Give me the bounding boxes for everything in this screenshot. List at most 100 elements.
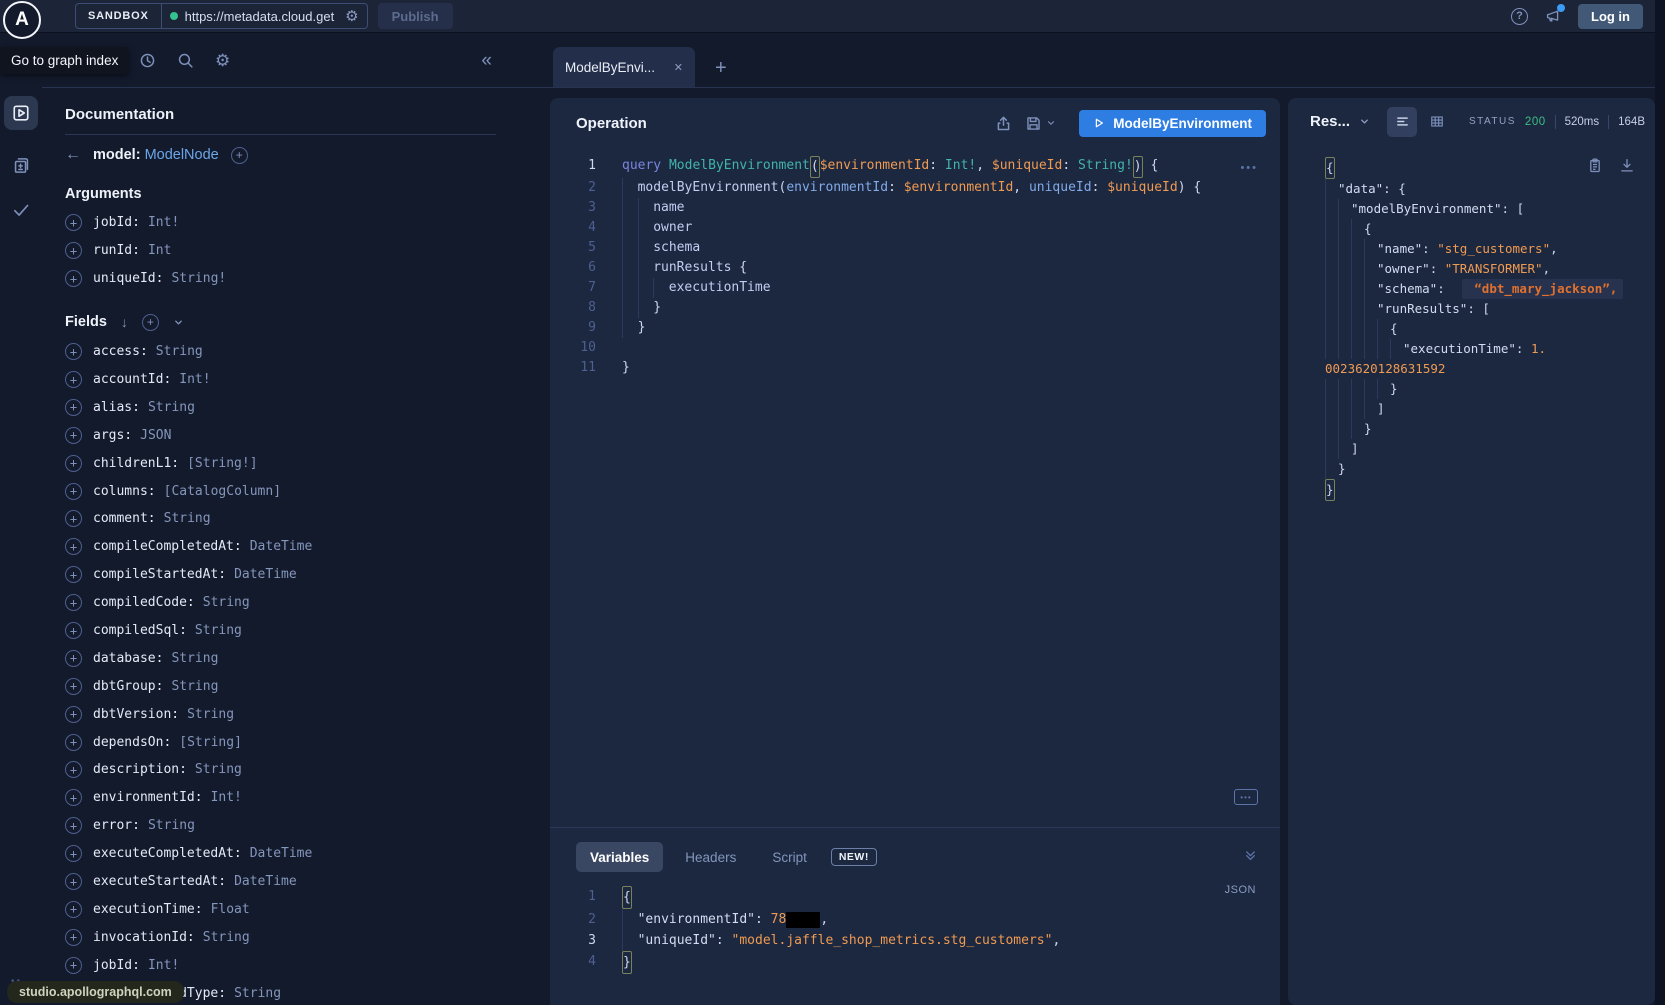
share-icon[interactable]	[995, 115, 1012, 132]
doc-model-row: ← model: ModelNode +	[65, 146, 496, 164]
collapse-variables-icon[interactable]	[1243, 848, 1258, 863]
doc-model-name: model:	[93, 147, 141, 163]
sort-descending-icon[interactable]: ↓	[121, 314, 128, 330]
add-model-icon[interactable]: +	[231, 147, 248, 164]
copy-response-icon[interactable]	[1587, 157, 1603, 174]
response-json[interactable]: {"data": {"modelByEnvironment": [{"name"…	[1325, 157, 1647, 501]
history-icon[interactable]	[139, 52, 156, 69]
documentation-panel: ⚙ « Documentation ← model: ModelNode + A…	[42, 33, 520, 1005]
fields-title: Fields	[65, 314, 107, 330]
sandbox-badge: SANDBOX	[76, 4, 162, 28]
doc-field-row[interactable]: +executeCompletedAt:DateTime	[65, 840, 496, 868]
doc-field-row[interactable]: +executionTime:Float	[65, 895, 496, 923]
endpoint-settings-gear-icon[interactable]: ⚙	[345, 9, 358, 24]
doc-field-row[interactable]: +invocationId:String	[65, 923, 496, 951]
apollo-logo[interactable]: A	[3, 1, 41, 39]
collapse-panel-icon[interactable]: «	[481, 51, 492, 70]
doc-field-row[interactable]: +jobId:Int!	[65, 951, 496, 979]
doc-field-row[interactable]: +dbtGroup:String	[65, 672, 496, 700]
response-title: Res...	[1310, 113, 1350, 130]
doc-model-label: model: ModelNode	[93, 147, 219, 163]
endpoint-url-box[interactable]: https://metadata.cloud.get ⚙	[162, 4, 367, 28]
sidebar-item-schema[interactable]	[12, 156, 31, 175]
doc-field-row[interactable]: +jobId:Int!	[65, 209, 496, 237]
endpoint-url-input[interactable]: https://metadata.cloud.get	[185, 9, 339, 24]
publish-button[interactable]: Publish	[378, 3, 453, 29]
status-code: 200	[1525, 116, 1546, 128]
doc-model-type[interactable]: ModelNode	[145, 147, 219, 163]
fields-header: Fields ↓ +	[65, 314, 496, 331]
top-bar-right: ? Log in	[1511, 4, 1655, 29]
response-size: 164B	[1618, 116, 1645, 128]
doc-field-row[interactable]: +uniqueId:String!	[65, 265, 496, 293]
tab-variables[interactable]: Variables	[576, 842, 663, 872]
search-icon[interactable]	[177, 52, 194, 69]
close-tab-icon[interactable]: ✕	[674, 61, 683, 74]
variables-panel: Variables Headers Script NEW! JSON 1{2"e…	[550, 827, 1280, 1005]
doc-field-row[interactable]: +comment:String	[65, 505, 496, 533]
json-view-toggle-icon[interactable]	[1387, 107, 1417, 137]
doc-field-row[interactable]: +error:String	[65, 812, 496, 840]
doc-field-row[interactable]: +alias:String	[65, 393, 496, 421]
settings-gear-icon[interactable]: ⚙	[215, 52, 230, 69]
response-card: Res... STATUS 200	[1288, 98, 1655, 1005]
main-body: •• ⚙ « Documentation ← model:	[0, 33, 1655, 1005]
save-icon[interactable]	[1025, 115, 1056, 132]
run-operation-button[interactable]: ModelByEnvironment	[1079, 110, 1266, 137]
workspace-column: ModelByEnvi... ✕ + Operation	[520, 33, 1655, 1005]
announcements-icon[interactable]	[1544, 8, 1562, 24]
connection-status-dot	[170, 12, 178, 20]
tab-label: ModelByEnvi...	[565, 60, 655, 75]
sidebar-item-explorer[interactable]	[4, 96, 38, 130]
apollo-studio-window: A SANDBOX https://metadata.cloud.get ⚙ P…	[0, 0, 1655, 1005]
run-button-label: ModelByEnvironment	[1113, 116, 1252, 131]
response-title-dropdown[interactable]: Res...	[1310, 113, 1370, 130]
doc-field-row[interactable]: +childrenL1:[String!]	[65, 449, 496, 477]
doc-field-row[interactable]: +dependsOn:[String]	[65, 728, 496, 756]
chevron-down-icon[interactable]	[173, 317, 184, 328]
cards-area: Operation ModelByEnvironment	[520, 88, 1655, 1005]
add-all-fields-icon[interactable]: +	[142, 314, 159, 331]
response-actions	[1587, 157, 1635, 174]
download-response-icon[interactable]	[1619, 157, 1635, 174]
doc-field-row[interactable]: +description:String	[65, 756, 496, 784]
doc-field-row[interactable]: +compileCompletedAt:DateTime	[65, 533, 496, 561]
doc-field-row[interactable]: +executeStartedAt:DateTime	[65, 868, 496, 896]
documentation-divider	[65, 134, 496, 135]
response-body[interactable]: {"data": {"modelByEnvironment": [{"name"…	[1288, 145, 1655, 1005]
response-status-group: STATUS 200 520ms 164B	[1469, 115, 1645, 129]
table-view-toggle-icon[interactable]	[1429, 114, 1445, 129]
doc-field-row[interactable]: +args:JSON	[65, 421, 496, 449]
doc-field-row[interactable]: +columns:[CatalogColumn]	[65, 477, 496, 505]
doc-field-row[interactable]: +compiledSql:String	[65, 617, 496, 645]
save-chevron-icon	[1046, 118, 1056, 128]
browser-status-bar: studio.apollographql.com	[7, 981, 184, 1003]
variables-editor[interactable]: 1{2"environmentId": 78,3"uniqueId": "mod…	[550, 886, 1280, 974]
operation-editor[interactable]: ••• 1query ModelByEnvironment($environme…	[550, 148, 1280, 827]
operation-title: Operation	[576, 115, 647, 132]
doc-field-row[interactable]: +dbtVersion:String	[65, 700, 496, 728]
doc-field-row[interactable]: +runId:Int	[65, 237, 496, 265]
editor-menu-icon[interactable]: •••	[1240, 162, 1258, 174]
variables-tabs: Variables Headers Script NEW!	[550, 842, 1280, 872]
new-tab-button[interactable]: +	[715, 58, 727, 78]
doc-field-row[interactable]: +environmentId:Int!	[65, 784, 496, 812]
endpoint-control: SANDBOX https://metadata.cloud.get ⚙	[75, 3, 368, 29]
back-arrow-icon[interactable]: ←	[65, 146, 81, 164]
help-icon[interactable]: ?	[1511, 8, 1528, 25]
tab-headers[interactable]: Headers	[671, 842, 750, 872]
doc-field-row[interactable]: +accountId:Int!	[65, 366, 496, 394]
keyboard-shortcuts-icon[interactable]: •••	[1234, 789, 1258, 805]
login-button[interactable]: Log in	[1578, 4, 1643, 29]
operation-card: Operation ModelByEnvironment	[550, 98, 1280, 1005]
tab-script[interactable]: Script	[758, 842, 821, 872]
operation-code[interactable]: 1query ModelByEnvironment($environmentId…	[550, 156, 1280, 378]
sidebar-item-checks[interactable]	[11, 201, 31, 219]
app-screen: A SANDBOX https://metadata.cloud.get ⚙ P…	[0, 0, 1665, 1005]
doc-field-row[interactable]: +access:String	[65, 338, 496, 366]
tab-modelbyenvironment[interactable]: ModelByEnvi... ✕	[553, 47, 695, 87]
doc-field-row[interactable]: +compiledCode:String	[65, 589, 496, 617]
doc-field-row[interactable]: +compileStartedAt:DateTime	[65, 561, 496, 589]
documentation-content: Documentation ← model: ModelNode + Argum…	[42, 88, 520, 1005]
doc-field-row[interactable]: +database:String	[65, 644, 496, 672]
